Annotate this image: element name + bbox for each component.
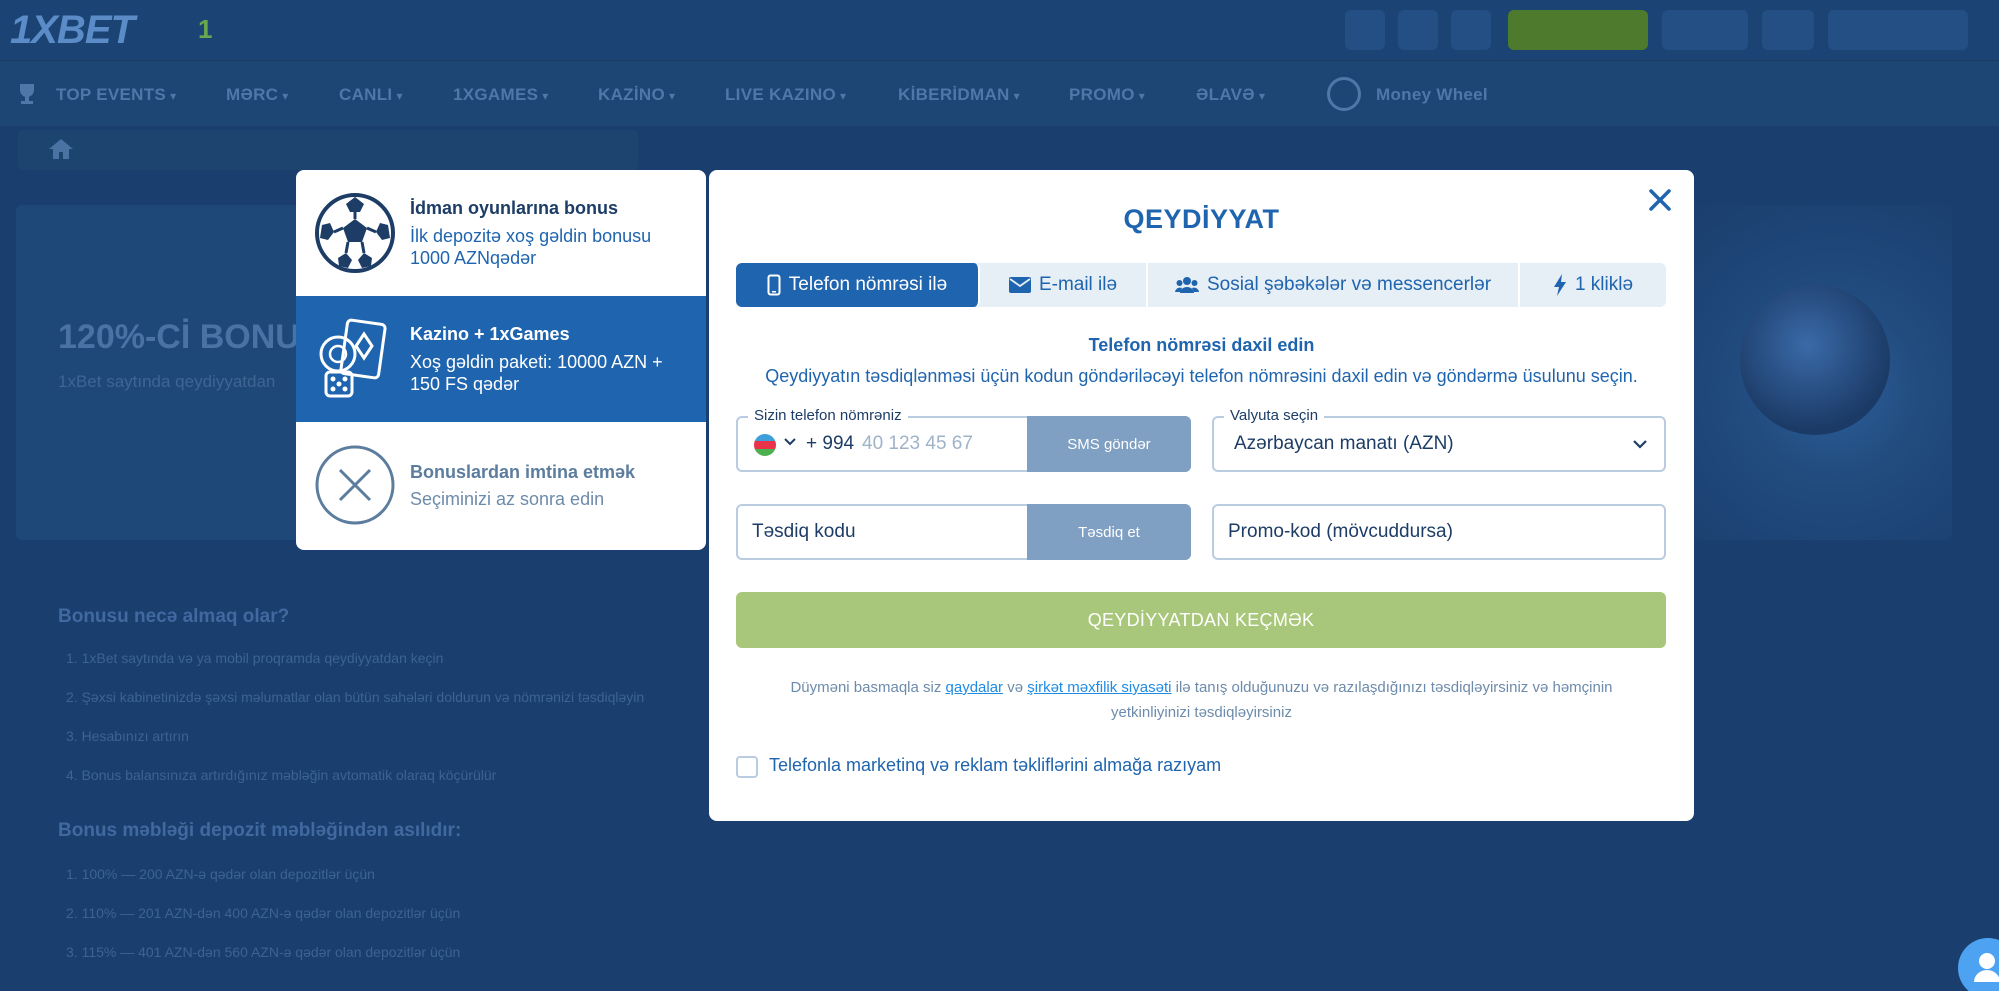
hero-subtitle: 1xBet saytında qeydiyyatdan bbox=[58, 372, 276, 391]
envelope-icon bbox=[1008, 277, 1031, 293]
tab-email[interactable]: E-mail ilə bbox=[980, 263, 1148, 307]
registration-tabs: Telefon nömrəsi ilə E-mail ilə Sosial şə… bbox=[736, 263, 1666, 307]
bonus-option-title: Kazino + 1xGames bbox=[410, 324, 570, 344]
bonus-option-desc: Seçiminizi az sonra edin bbox=[410, 489, 605, 509]
main-nav: TOP EVENTS ▾ MƏRC ▾ CANLI ▾ 1XGAMES ▾ KAZİNO… bbox=[0, 60, 1999, 126]
content-heading-1: Bonusu necə almaq olar? bbox=[58, 606, 290, 627]
bonus-option-casino[interactable]: Kazino + 1xGames Xoş gəldin paketi: 1000… bbox=[296, 296, 706, 422]
terms-part: və bbox=[1003, 679, 1028, 696]
currency-label: Valyuta seçin bbox=[1224, 407, 1325, 424]
chat-top-button[interactable] bbox=[1345, 10, 1385, 50]
confirm-code-button[interactable]: Təsdiq et bbox=[1027, 504, 1191, 560]
registration-top-button[interactable] bbox=[1508, 10, 1648, 50]
modal-title: QEYDİYYAT bbox=[1123, 204, 1280, 234]
app-top-button[interactable] bbox=[1398, 10, 1438, 50]
login-top-button[interactable] bbox=[1662, 10, 1748, 50]
hero-ball-image bbox=[1740, 285, 1890, 435]
tab-phone[interactable]: Telefon nömrəsi ilə bbox=[736, 263, 980, 307]
currency-select[interactable]: Valyuta seçin Azərbaycan manatı (AZN) bbox=[1212, 407, 1666, 472]
nav-item-canli[interactable]: CANLI ▾ bbox=[339, 85, 403, 105]
phone-prefix: + 994 bbox=[806, 433, 855, 454]
nav-item-1xgames[interactable]: 1XGAMES ▾ bbox=[453, 85, 549, 105]
settings-top-button[interactable] bbox=[1762, 10, 1814, 50]
gift-top-button[interactable] bbox=[1451, 10, 1491, 50]
privacy-policy-link[interactable]: şirkət məxfilik siyasəti bbox=[1027, 679, 1171, 696]
content-step: 1. 1xBet saytında və ya mobil proqramda … bbox=[66, 650, 444, 666]
breadcrumb bbox=[18, 130, 638, 170]
nav-item-merc[interactable]: MƏRC ▾ bbox=[226, 85, 289, 105]
bonus-selection-panel: İdman oyunlarına bonus İlk depozitə xoş … bbox=[296, 170, 706, 550]
tab-social[interactable]: Sosial şəbəkələr və messencerlər bbox=[1148, 263, 1520, 307]
content-step: 2. 110% — 201 AZN-dən 400 AZN-ə qədər ol… bbox=[66, 905, 461, 921]
support-chat-button[interactable] bbox=[1958, 938, 1999, 991]
phone-icon bbox=[767, 274, 781, 296]
nav-item-kazino[interactable]: KAZİNO ▾ bbox=[598, 85, 675, 105]
bonus-option-title: İdman oyunlarına bonus bbox=[410, 198, 619, 218]
nav-item-top-events[interactable]: TOP EVENTS ▾ bbox=[56, 85, 176, 105]
promo-code-field bbox=[1212, 504, 1666, 560]
bonus-option-title: Bonuslardan imtina etmək bbox=[410, 462, 636, 482]
soccer-ball-icon bbox=[315, 193, 395, 273]
tab-label: E-mail ilə bbox=[1038, 274, 1118, 295]
logo[interactable]: 1XBET bbox=[10, 8, 135, 53]
phone-input[interactable] bbox=[862, 428, 1022, 460]
nav-item-live-kazino[interactable]: LIVE KAZINO ▾ bbox=[725, 85, 846, 105]
terms-part: ilə tanış olduğunuzu və razılaşdığınızı … bbox=[1111, 679, 1613, 721]
trophy-icon bbox=[20, 84, 34, 104]
terms-text: Düyməni basmaqla siz qaydalar və şirkət … bbox=[749, 675, 1654, 725]
marketing-checkbox-label[interactable]: Telefonla marketinq və reklam təklifləri… bbox=[769, 755, 1221, 776]
marketing-checkbox[interactable] bbox=[736, 756, 758, 778]
terms-part: Düyməni basmaqla siz bbox=[790, 679, 946, 696]
casino-cards-dice-icon bbox=[319, 318, 387, 398]
bonus-option-sport[interactable]: İdman oyunlarına bonus İlk depozitə xoş … bbox=[296, 170, 706, 296]
phone-field-label: Sizin telefon nömrəniz bbox=[748, 407, 908, 424]
language-top-button[interactable] bbox=[1828, 10, 1968, 50]
content-step: 3. Hesabınızı artırın bbox=[66, 728, 189, 744]
tab-label: 1 kliklə bbox=[1574, 274, 1634, 295]
content-step: 4. Bonus balansınıza artırdığınız məbləğ… bbox=[66, 767, 497, 783]
section-title: Telefon nömrəsi daxil edin bbox=[1088, 335, 1315, 355]
wheel-icon bbox=[1327, 77, 1361, 111]
logo-badge: 1 bbox=[198, 14, 213, 44]
promo-code-input[interactable] bbox=[1228, 516, 1648, 548]
registration-modal: QEYDİYYAT Telefon nömrəsi ilə E-mail ilə… bbox=[709, 170, 1694, 821]
rules-link[interactable]: qaydalar bbox=[946, 679, 1004, 696]
content-step: 3. 115% — 401 AZN-dən 560 AZN-ə qədər ol… bbox=[66, 944, 461, 960]
section-description: Qeydiyyatın təsdiqlənməsi üçün kodun gön… bbox=[765, 366, 1638, 386]
content-step: 1. 100% — 200 AZN-ə qədər olan depozitlə… bbox=[66, 866, 375, 882]
tab-label: Telefon nömrəsi ilə bbox=[788, 274, 948, 295]
bonus-option-decline[interactable]: Bonuslardan imtina etmək Seçiminizi az s… bbox=[296, 422, 706, 548]
users-icon bbox=[1174, 277, 1199, 293]
hero-title: 120%-Cİ BONUS bbox=[58, 318, 323, 356]
nav-item-money-wheel[interactable]: Money Wheel bbox=[1376, 85, 1488, 105]
azerbaijan-flag-icon[interactable] bbox=[754, 434, 776, 456]
home-icon[interactable] bbox=[48, 138, 74, 160]
tab-label: Sosial şəbəkələr və messencerlər bbox=[1206, 274, 1492, 295]
lightning-icon bbox=[1553, 274, 1566, 296]
currency-value: Azərbaycan manatı (AZN) bbox=[1234, 433, 1454, 454]
confirmation-code-input[interactable] bbox=[752, 516, 1022, 548]
chevron-down-icon bbox=[1633, 440, 1647, 449]
bonus-option-desc: İlk depozitə xoş gəldin bonusu 1000 AZNq… bbox=[410, 226, 652, 268]
content-heading-2: Bonus məbləği depozit məbləğindən asılıd… bbox=[58, 820, 462, 841]
tab-one-click[interactable]: 1 kliklə bbox=[1520, 263, 1666, 307]
close-circle-icon bbox=[315, 445, 395, 525]
hero-image bbox=[1690, 205, 1952, 540]
register-submit-button[interactable]: QEYDİYYATDAN KEÇMƏK bbox=[736, 592, 1666, 648]
phone-field: Sizin telefon nömrəniz + 994 SMS göndər bbox=[736, 407, 1191, 472]
top-bar: 1XBET 1 bbox=[0, 0, 1999, 60]
content-step: 2. Şəxsi kabinetinizdə şəxsi məlumatlar … bbox=[66, 689, 645, 705]
support-agent-icon bbox=[1974, 953, 1999, 982]
chevron-down-icon[interactable] bbox=[783, 437, 797, 447]
nav-item-elave[interactable]: ƏLAVƏ ▾ bbox=[1196, 85, 1265, 105]
sms-send-button[interactable]: SMS göndər bbox=[1027, 416, 1191, 472]
nav-item-kiberidman[interactable]: KİBERİDMAN ▾ bbox=[898, 85, 1020, 105]
confirmation-code-field: Təsdiq et bbox=[736, 504, 1191, 560]
nav-item-promo[interactable]: PROMO ▾ bbox=[1069, 85, 1145, 105]
bonus-option-desc: Xoş gəldin paketi: 10000 AZN + 150 FS qə… bbox=[410, 352, 663, 394]
